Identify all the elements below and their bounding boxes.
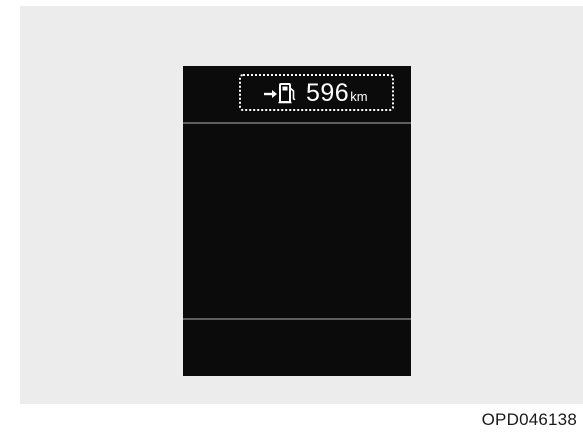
- divider-top: [183, 122, 411, 124]
- figure-code: OPD046138: [481, 410, 577, 429]
- divider-bottom: [183, 318, 411, 320]
- range-unit: km: [350, 89, 368, 104]
- distance-to-empty-readout: 596 km: [262, 80, 368, 106]
- cluster-display: 596 km: [183, 66, 411, 376]
- fuel-pump-icon: [264, 83, 296, 104]
- range-value: 596: [306, 79, 350, 107]
